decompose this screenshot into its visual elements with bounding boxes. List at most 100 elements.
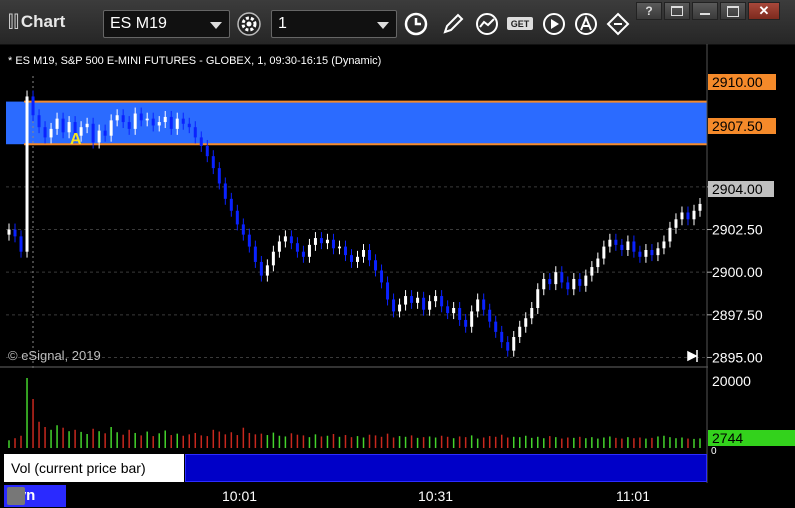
price-tick-label: 2900.00: [712, 264, 763, 280]
candle-body: [650, 250, 654, 256]
price-tick-label: 2895.00: [712, 349, 763, 365]
candle-body: [253, 246, 257, 262]
candle-body: [638, 251, 642, 257]
candle-body: [560, 272, 564, 283]
candle-body: [337, 246, 341, 249]
candle-body: [223, 183, 227, 199]
candle-body: [398, 304, 402, 312]
dynamic-mode-button[interactable]: Dyn: [3, 484, 67, 508]
candle-body: [169, 116, 173, 129]
candle-body: [181, 118, 185, 124]
candle-body: [446, 306, 450, 314]
candle-body: [265, 265, 269, 276]
candle-body: [440, 296, 444, 307]
price-tick-label: 2897.50: [712, 307, 763, 323]
candle-body: [692, 210, 696, 220]
candle-body: [187, 123, 191, 128]
candle-body: [584, 275, 588, 286]
candle-body: [356, 256, 360, 262]
candle-body: [217, 168, 221, 184]
candle-body: [7, 229, 11, 235]
volume-max-label: 20000: [712, 373, 751, 389]
candle-body: [656, 248, 660, 256]
last-price-label: 2904.00: [708, 181, 774, 197]
candle-body: [85, 123, 89, 128]
candle-body: [626, 241, 630, 250]
time-tick: 10:31: [418, 488, 454, 504]
candle-body: [620, 244, 624, 250]
candle-body: [632, 241, 636, 252]
candle-body: [608, 239, 612, 247]
candle-body: [343, 246, 347, 256]
candle-body: [31, 96, 35, 116]
candle-body: [43, 127, 47, 138]
candle-body: [644, 250, 648, 257]
candle-body: [163, 116, 167, 123]
candle-body: [572, 279, 576, 290]
candle-body: [368, 250, 372, 261]
candle-body: [13, 229, 17, 237]
candle-body: [578, 279, 582, 286]
volume-panel-label[interactable]: Vol (current price bar): [4, 454, 184, 482]
candle-body: [97, 130, 101, 143]
lock-icon[interactable]: [7, 487, 25, 505]
candle-body: [295, 243, 299, 252]
candle-body: [37, 115, 41, 128]
candle-body: [205, 145, 209, 157]
candle-body: [133, 113, 137, 129]
candle-body: [145, 118, 149, 121]
candle-body: [374, 260, 378, 271]
candle-body: [229, 198, 233, 211]
volume-min-label: 0: [711, 446, 717, 457]
chart-subtitle: * ES M19, S&P 500 E-MINI FUTURES - GLOBE…: [8, 55, 382, 67]
level-label-lower[interactable]: 2907.50: [708, 118, 776, 134]
candle-body: [380, 270, 384, 283]
candle-body: [410, 296, 414, 303]
candle-body: [452, 308, 456, 314]
candle-body: [392, 299, 396, 312]
candle-body: [61, 118, 65, 133]
candle-body: [548, 279, 552, 285]
candle-body: [259, 261, 263, 276]
candle-body: [458, 308, 462, 320]
candle-body: [283, 236, 287, 242]
candle-body: [103, 130, 107, 136]
candle-body: [91, 123, 95, 143]
candle-body: [428, 301, 432, 310]
price-chart[interactable]: 2905.002902.502900.002897.502895.00 2000…: [0, 0, 795, 508]
candle-body: [464, 319, 468, 327]
copyright-text: © eSignal, 2019: [8, 348, 101, 363]
candle-body: [530, 308, 534, 319]
candle-body: [416, 297, 420, 303]
candle-body: [319, 238, 323, 244]
candle-body: [602, 246, 606, 259]
time-axis: [0, 483, 795, 508]
candle-body: [325, 239, 329, 244]
candle-body: [470, 311, 474, 327]
candle-body: [55, 118, 59, 129]
candle-body: [476, 299, 480, 312]
candle-body: [494, 321, 498, 332]
candle-body: [434, 296, 438, 302]
candle-body: [500, 331, 504, 343]
alert-marker[interactable]: A: [70, 131, 82, 149]
candle-body: [506, 342, 510, 351]
candle-body: [127, 122, 131, 129]
candle-body: [313, 238, 317, 245]
candle-body: [25, 96, 29, 252]
candle-body: [590, 267, 594, 276]
level-label-upper[interactable]: 2910.00: [708, 74, 776, 90]
price-axis-ticks: 2905.002902.502900.002897.502895.00: [707, 179, 763, 365]
candle-body: [307, 244, 311, 257]
candle-body: [175, 118, 179, 129]
candle-body: [680, 212, 684, 220]
candle-body: [121, 115, 125, 123]
candle-body: [698, 203, 702, 211]
candle-body: [289, 236, 293, 244]
candle-body: [554, 272, 558, 285]
close-icon[interactable]: ×: [170, 452, 177, 466]
candle-body: [211, 156, 215, 169]
candle-body: [422, 297, 426, 310]
volume-panel-bar: [185, 454, 707, 482]
candle-body: [19, 236, 23, 252]
